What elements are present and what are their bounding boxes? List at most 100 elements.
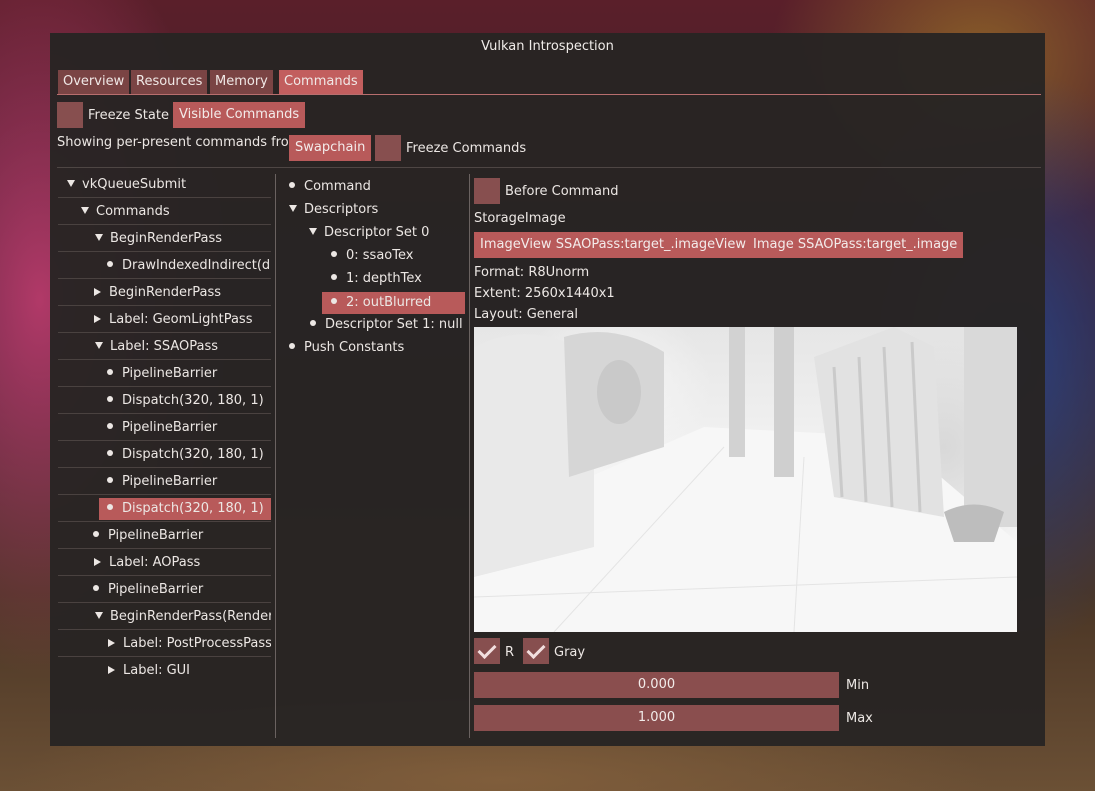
min-slider[interactable]: 0.000 [474,672,839,698]
tab-commands[interactable]: Commands [279,70,363,94]
bullet-icon [331,298,337,304]
image-button[interactable]: Image SSAOPass:target_.image [747,232,964,258]
descriptor-node-set-1[interactable]: Descriptor Set 1: null [286,314,466,336]
collapsed-arrow-icon [94,288,101,296]
tab-memory[interactable]: Memory [210,70,273,94]
column-shape [774,327,794,477]
expanded-arrow-icon [67,180,75,187]
expanded-arrow-icon [95,342,103,349]
descriptor-node-push-constants[interactable]: Push Constants [286,337,466,359]
expanded-arrow-icon [95,234,103,241]
showing-label: Showing per-present commands from [57,135,302,150]
descriptor-binding-outblurred-selected[interactable]: 2: outBlurred [322,292,465,314]
channel-r-label: R [505,645,515,660]
before-command-checkbox[interactable] [474,178,500,204]
tree-node-dispatch-selected[interactable]: Dispatch(320, 180, 1) [99,498,271,520]
column-divider-right[interactable] [469,174,470,738]
visible-commands-button[interactable]: Visible Commands [173,102,306,128]
tree-node-label: Label: SSAOPass [110,339,218,354]
descriptor-binding-depthtex[interactable]: 1: depthTex [286,268,466,290]
freeze-state-label: Freeze State [88,108,169,123]
row-divider [58,278,271,279]
window-title: Vulkan Introspection [481,39,614,54]
tree-node-label-gui[interactable]: Label: GUI [58,660,271,682]
row-divider [58,602,271,603]
column-shape [729,327,745,457]
gray-checkbox[interactable] [523,638,549,664]
expanded-arrow-icon [309,228,317,235]
tab-overview[interactable]: Overview [58,70,130,94]
bullet-icon [310,320,316,326]
bullet-icon [107,423,113,429]
tree-node-pipelinebarrier[interactable]: PipelineBarrier [58,579,271,601]
tree-node-label: DrawIndexedIndirect(draw [122,258,271,273]
tree-node-beginrenderpass[interactable]: BeginRenderPass [58,282,271,304]
tree-node-label: PipelineBarrier [108,528,204,543]
collapsed-arrow-icon [108,639,115,647]
tree-node-label: Dispatch(320, 180, 1) [122,501,264,516]
tree-node-dispatch[interactable]: Dispatch(320, 180, 1) [58,444,271,466]
descriptor-node-descriptors[interactable]: Descriptors [286,199,466,221]
tree-node-label-postprocesspass[interactable]: Label: PostProcessPass [58,633,271,655]
curtain-shape [814,327,944,517]
tree-node-label: Descriptor Set 1: null [325,317,463,332]
right-pillar-shape [964,327,1017,527]
tree-node-commands[interactable]: Commands [58,201,271,223]
tree-node-label: Command [304,179,371,194]
image-preview[interactable] [474,327,1017,632]
tree-node-pipelinebarrier[interactable]: PipelineBarrier [58,471,271,493]
ssao-scene-image [474,327,1017,632]
bullet-icon [107,396,113,402]
collapsed-arrow-icon [108,666,115,674]
bullet-icon [289,182,295,188]
freeze-commands-label: Freeze Commands [406,141,527,156]
plant-pot-shape [944,504,1004,542]
freeze-commands-checkbox[interactable] [375,135,401,161]
image-view-button[interactable]: ImageView SSAOPass:target_.imageView [474,232,752,258]
tab-underline [57,94,1041,95]
max-slider[interactable]: 1.000 [474,705,839,731]
tree-node-vkqueuesubmit[interactable]: vkQueueSubmit [58,174,271,196]
gray-label: Gray [554,645,586,660]
channel-r-checkbox[interactable] [474,638,500,664]
tree-node-pipelinebarrier[interactable]: PipelineBarrier [58,417,271,439]
expanded-arrow-icon [289,205,297,212]
tree-node-label: Descriptor Set 0 [324,225,430,240]
before-command-label: Before Command [505,184,619,199]
extent-text: Extent: 2560x1440x1 [474,286,615,301]
tree-node-label: 0: ssaoTex [346,248,414,263]
swapchain-button[interactable]: Swapchain [289,135,372,161]
bullet-icon [93,531,99,537]
collapsed-arrow-icon [94,558,101,566]
row-divider [58,629,271,630]
bullet-icon [107,504,113,510]
tree-node-drawindexedindirect[interactable]: DrawIndexedIndirect(draw [58,255,271,277]
descriptor-node-command[interactable]: Command [286,176,466,198]
column-divider-left[interactable] [275,174,276,738]
tree-node-label: vkQueueSubmit [82,177,187,192]
tree-node-pipelinebarrier[interactable]: PipelineBarrier [58,525,271,547]
freeze-state-checkbox[interactable] [57,102,83,128]
tree-node-label: BeginRenderPass [109,285,222,300]
descriptor-binding-ssaotex[interactable]: 0: ssaoTex [286,245,466,267]
tree-node-dispatch[interactable]: Dispatch(320, 180, 1) [58,390,271,412]
row-divider [58,548,271,549]
tree-node-beginrenderpass-renderp[interactable]: BeginRenderPass(RenderP [58,606,271,628]
tab-resources[interactable]: Resources [131,70,208,94]
bullet-icon [107,450,113,456]
tree-node-label: Label: GUI [123,663,191,678]
descriptor-node-set-0[interactable]: Descriptor Set 0 [286,222,466,244]
tree-node-label: Dispatch(320, 180, 1) [122,393,264,408]
tree-node-beginrenderpass[interactable]: BeginRenderPass [58,228,271,250]
tree-node-pipelinebarrier[interactable]: PipelineBarrier [58,363,271,385]
tree-node-label-geomlightpass[interactable]: Label: GeomLightPass [58,309,271,331]
tree-node-label-ssaopass[interactable]: Label: SSAOPass [58,336,271,358]
tree-node-label: BeginRenderPass [110,231,223,246]
bullet-icon [331,274,337,280]
bullet-icon [107,477,113,483]
row-divider [58,386,271,387]
toolbar-separator [57,167,1041,168]
tree-node-label-aopass[interactable]: Label: AOPass [58,552,271,574]
tree-node-label: 1: depthTex [346,271,422,286]
tree-node-label: Descriptors [304,202,379,217]
